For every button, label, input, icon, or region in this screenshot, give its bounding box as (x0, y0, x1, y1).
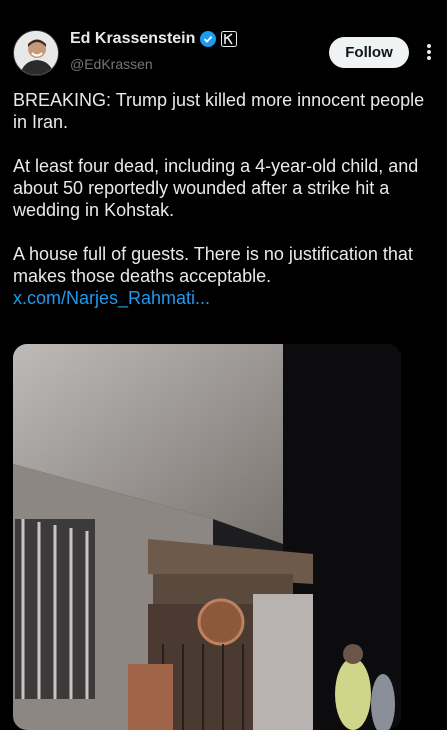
post-link[interactable]: x.com/Narjes_Rahmati... (13, 287, 438, 309)
post-video[interactable] (13, 344, 401, 730)
post-paragraph: A house full of guests. There is no just… (13, 244, 413, 286)
post-paragraph: BREAKING: Trump just killed more innocen… (13, 90, 425, 132)
follow-button[interactable]: Follow (329, 37, 409, 68)
author-name[interactable]: Ed Krassenstein (70, 30, 195, 48)
author-name-row: Ed Krassenstein (70, 30, 238, 48)
post-text: BREAKING: Trump just killed more innocen… (13, 89, 438, 309)
post-paragraph: At least four dead, including a 4-year-o… (13, 156, 419, 220)
avatar[interactable] (13, 30, 59, 76)
post-header: Ed Krassenstein @EdKrassen Follow (0, 0, 447, 86)
verified-badge-icon (200, 31, 217, 47)
author-handle[interactable]: @EdKrassen (70, 56, 153, 72)
k-affiliation-icon[interactable] (221, 31, 238, 47)
more-options-icon[interactable] (419, 44, 439, 64)
